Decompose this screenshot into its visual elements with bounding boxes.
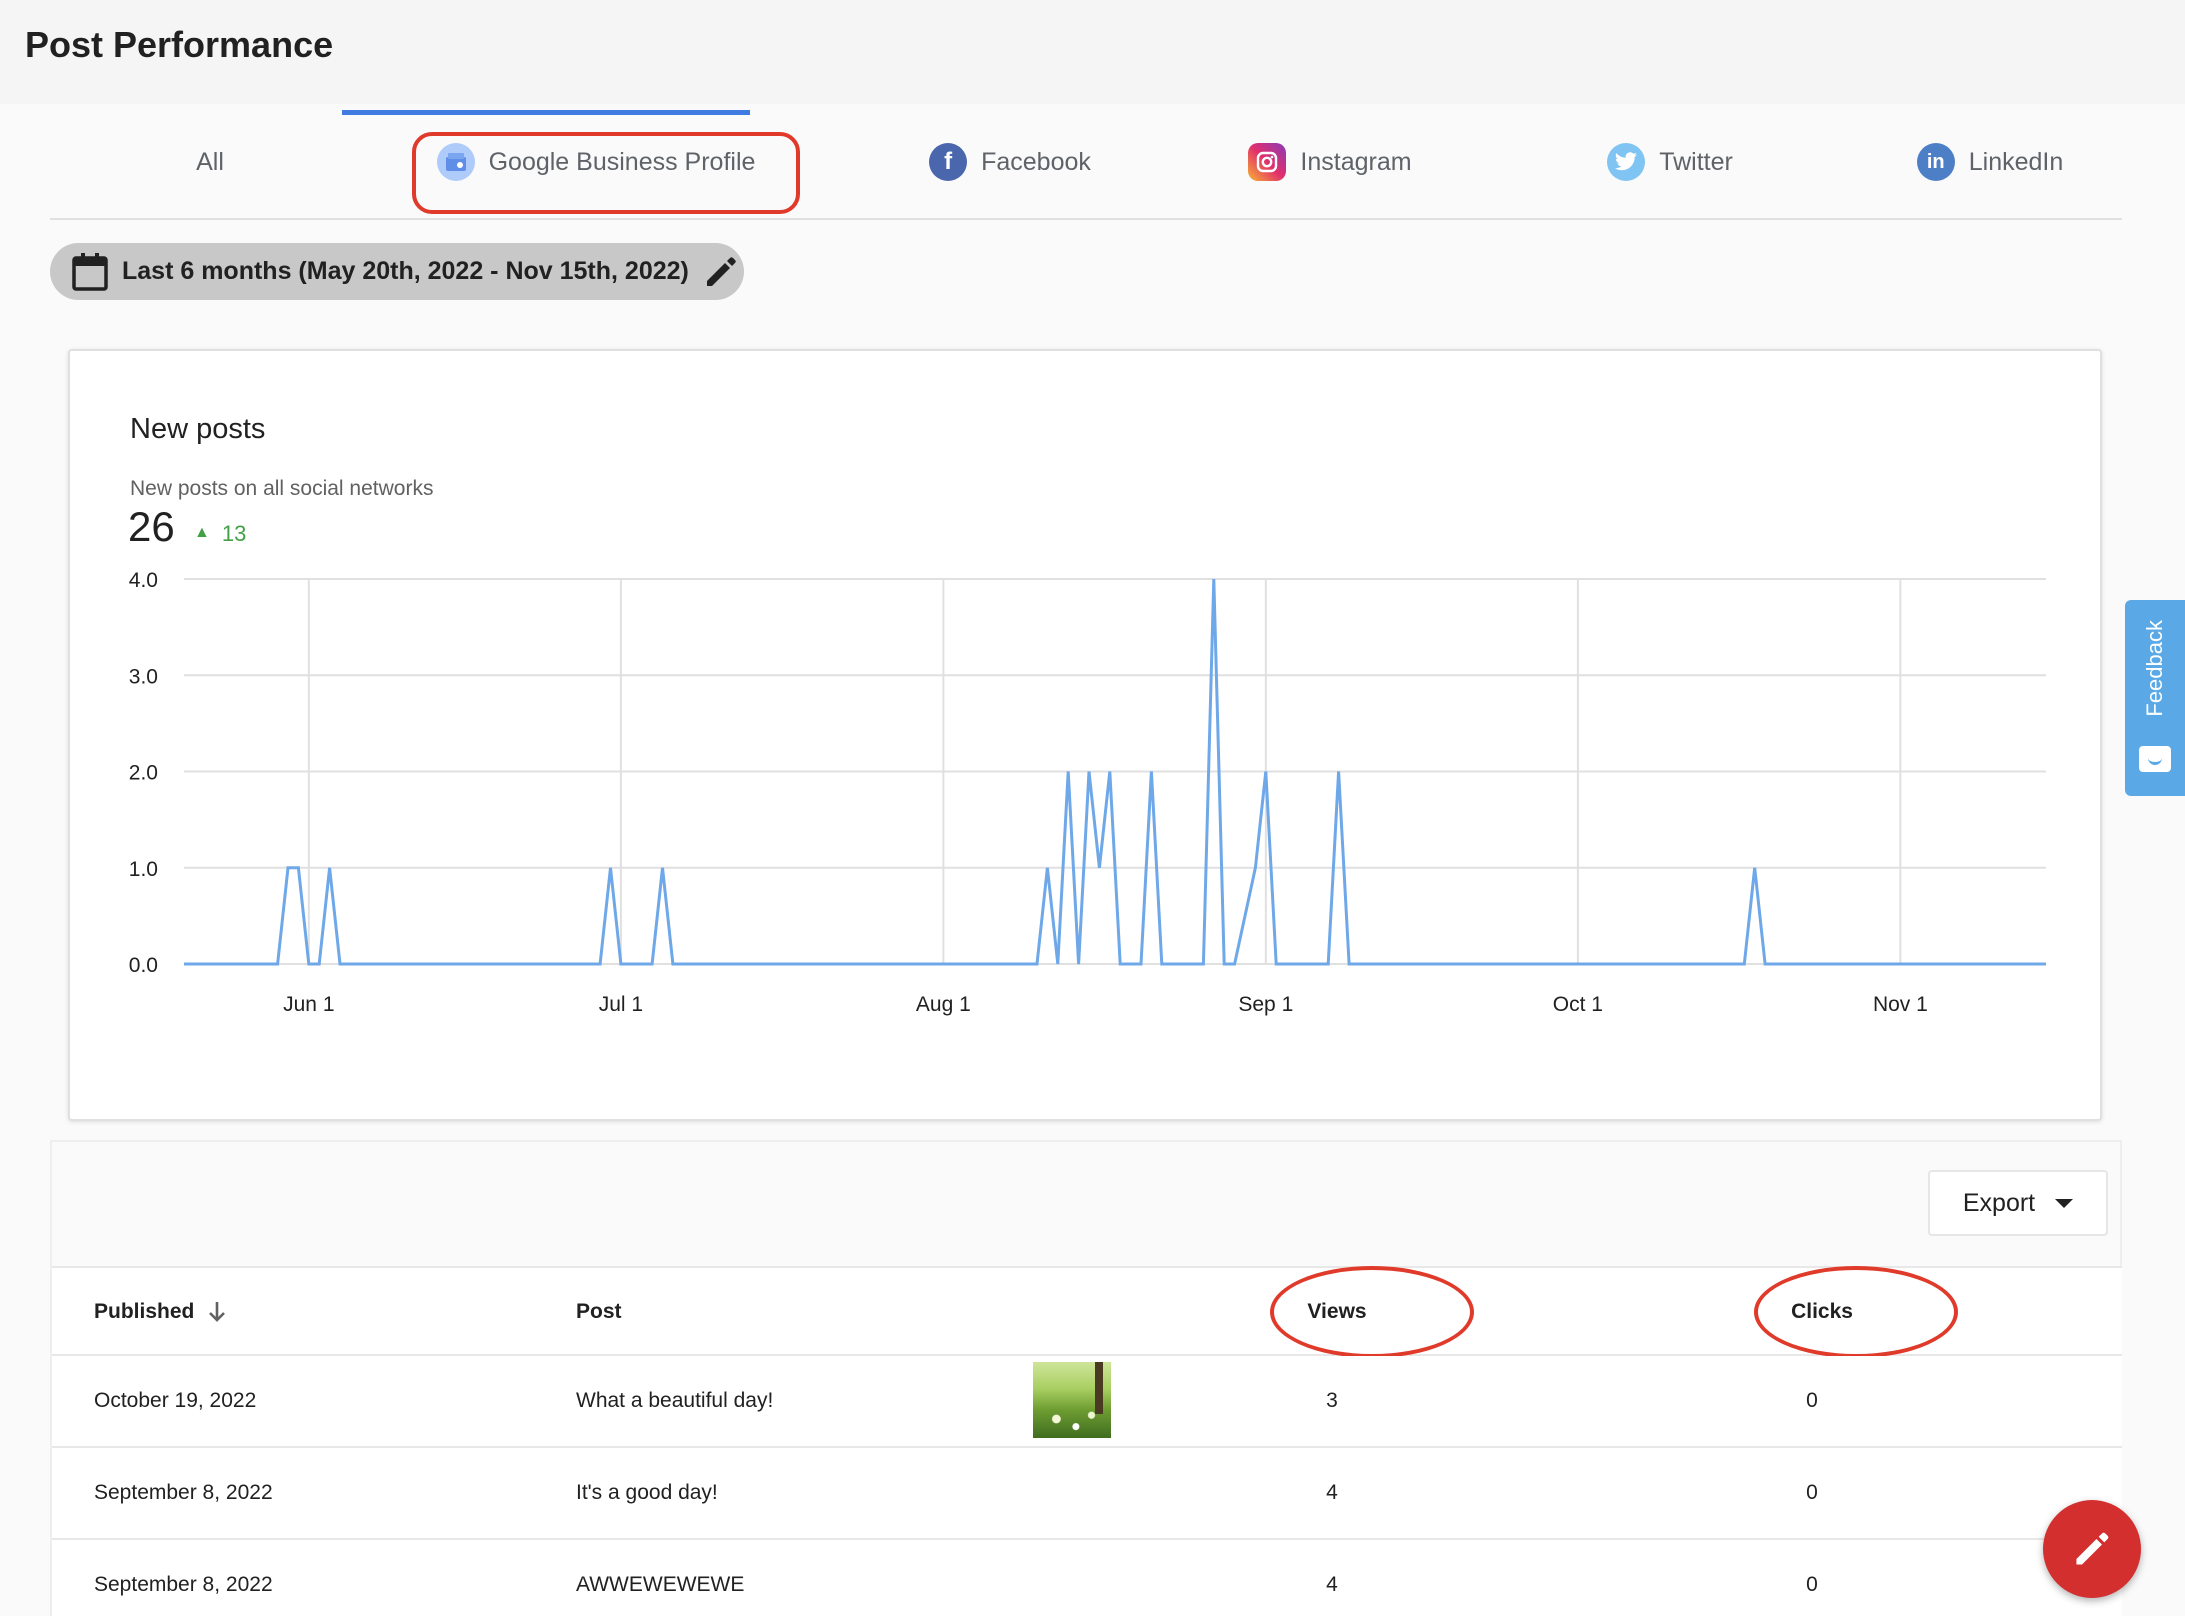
table-row[interactable]: September 8, 2022 AWWEWEWEWE 4 0 [52, 1540, 2122, 1616]
instagram-icon [1248, 143, 1287, 181]
date-range-chip[interactable]: Last 6 months (May 20th, 2022 - Nov 15th… [50, 243, 744, 300]
y-tick-label: 0.0 [129, 954, 158, 977]
tab-instagram[interactable]: Instagram [1200, 104, 1460, 220]
tab-twitter[interactable]: Twitter [1540, 104, 1800, 220]
page-header: Post Performance [0, 0, 2185, 104]
cell-post: What a beautiful day! [576, 1389, 774, 1412]
arrow-down-icon [209, 1302, 226, 1322]
tab-linkedin[interactable]: in LinkedIn [1870, 104, 2110, 220]
feedback-tab[interactable]: Feedback [2125, 600, 2185, 796]
cell-clicks: 0 [1806, 1481, 1818, 1504]
annotation-tab-highlight [412, 132, 800, 214]
new-posts-chart: 0.0 1.0 2.0 3.0 4.0 Jun 1 Jul 1 Aug 1 Sep 1 Oct 1… [129, 569, 2046, 1016]
posts-table-card: Export Published Post Views Clicks Octob… [50, 1140, 2122, 1616]
x-tick-label: Jun 1 [283, 993, 334, 1016]
network-tabs: All Google Business Profile f Facebook I… [50, 104, 2122, 220]
x-tick-label: Nov 1 [1873, 993, 1928, 1016]
cell-post: It's a good day! [576, 1481, 718, 1504]
tab-label: Facebook [981, 147, 1091, 176]
table-row[interactable]: September 8, 2022 It's a good day! 4 0 [52, 1448, 2122, 1540]
x-tick-label: Sep 1 [1238, 993, 1293, 1016]
cell-clicks: 0 [1806, 1389, 1818, 1412]
table-row[interactable]: October 19, 2022 What a beautiful day! 3… [52, 1356, 2122, 1448]
column-published[interactable]: Published [94, 1268, 228, 1356]
x-tick-label: Aug 1 [916, 993, 971, 1016]
cell-published: September 8, 2022 [94, 1573, 273, 1596]
cell-views: 4 [1326, 1573, 1338, 1596]
y-tick-label: 1.0 [129, 858, 158, 881]
y-tick-label: 4.0 [129, 569, 158, 592]
page-title: Post Performance [25, 24, 334, 65]
caret-down-icon [2055, 1198, 2074, 1208]
table-header: Published Post Views Clicks [52, 1266, 2122, 1358]
calendar-icon [72, 252, 108, 291]
tab-all[interactable]: All [100, 104, 320, 220]
y-tick-label: 2.0 [129, 762, 158, 785]
cell-published: September 8, 2022 [94, 1481, 273, 1504]
cell-clicks: 0 [1806, 1573, 1818, 1596]
annotation-views-circle [1270, 1266, 1474, 1358]
cell-views: 3 [1326, 1389, 1338, 1412]
column-label: Post [576, 1300, 622, 1323]
compose-fab[interactable] [2043, 1500, 2141, 1598]
tab-label: All [196, 147, 224, 176]
annotation-clicks-circle [1754, 1266, 1958, 1358]
export-button[interactable]: Export [1928, 1170, 2108, 1236]
column-label: Published [94, 1300, 195, 1323]
tab-label: Twitter [1659, 147, 1733, 176]
facebook-icon: f [929, 143, 968, 181]
date-range-label: Last 6 months (May 20th, 2022 - Nov 15th… [122, 257, 689, 285]
cell-views: 4 [1326, 1481, 1338, 1504]
tab-label: LinkedIn [1968, 147, 2064, 176]
feedback-label: Feedback [2142, 620, 2167, 717]
linkedin-icon: in [1916, 143, 1955, 181]
column-post: Post [576, 1268, 622, 1356]
twitter-icon [1607, 143, 1646, 181]
feedback-face-icon [2139, 746, 2171, 772]
pencil-icon[interactable] [703, 254, 739, 290]
cell-published: October 19, 2022 [94, 1389, 257, 1412]
x-tick-label: Jul 1 [599, 993, 643, 1016]
x-tick-label: Oct 1 [1553, 993, 1603, 1016]
pencil-icon [2076, 1532, 2109, 1565]
active-tab-indicator [342, 110, 750, 115]
export-label: Export [1962, 1188, 2036, 1217]
cell-post: AWWEWEWEWE [576, 1573, 745, 1596]
post-thumbnail[interactable] [1033, 1362, 1111, 1438]
tab-facebook[interactable]: f Facebook [880, 104, 1140, 220]
y-tick-label: 3.0 [129, 665, 158, 688]
tab-label: Instagram [1300, 147, 1412, 176]
new-posts-card: New posts New posts on all social networ… [68, 349, 2102, 1121]
